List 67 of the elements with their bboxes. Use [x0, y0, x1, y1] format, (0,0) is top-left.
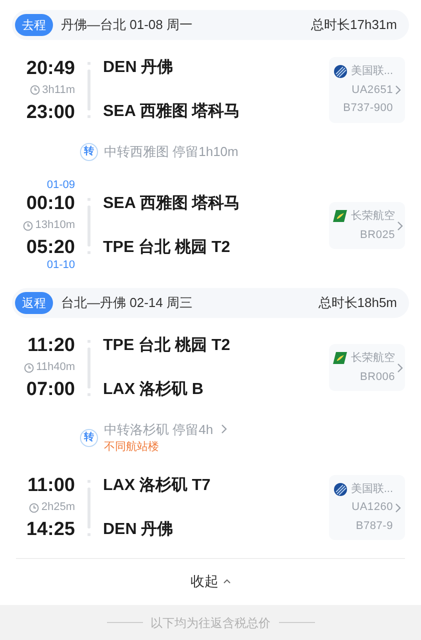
departure-time: 11:20 — [26, 336, 75, 355]
trip-route: 丹佛—台北 01-08 周一 — [61, 16, 194, 34]
departure-airport: LAX 洛杉矶 T7 — [103, 478, 212, 494]
arrival-airport: TPE 台北 桃园 T2 — [103, 240, 232, 256]
transfer-icon: 转 — [80, 428, 98, 446]
arrival-date: 01-10 — [46, 260, 75, 271]
departure-airport: TPE 台北 桃园 T2 — [103, 338, 232, 354]
airline-card[interactable]: 长荣航空 BR006 — [329, 344, 405, 391]
chevron-right-icon — [221, 424, 228, 434]
arrival-time: 14:25 — [25, 520, 75, 539]
chevron-up-icon — [222, 579, 230, 584]
timeline-drawing — [86, 480, 92, 536]
departure-time: 11:00 — [26, 476, 75, 495]
trip-badge: 去程 — [15, 14, 53, 36]
terminal-warning: 不同航站楼 — [104, 440, 160, 455]
transfer-icon: 转 — [80, 142, 98, 161]
flight-number: UA1260 — [352, 500, 393, 516]
departure-date: 01-09 — [46, 180, 75, 191]
trip-badge: 返程 — [15, 292, 53, 314]
flight-number: UA2651 — [352, 82, 393, 98]
trip-route: 台北—丹佛 02-14 周三 — [61, 294, 194, 312]
chevron-right-icon — [395, 502, 401, 512]
clock-icon — [30, 85, 40, 95]
departure-airport: DEN 丹佛 — [103, 60, 174, 76]
airline-card[interactable]: 美国联... UA1260 B787-9 — [329, 474, 405, 540]
aircraft-type: B787-9 — [356, 518, 393, 534]
duration-text: 13h10m — [35, 220, 75, 231]
departure-airport: SEA 西雅图 塔科马 — [103, 196, 242, 212]
departure-time: 00:10 — [25, 194, 75, 213]
duration-text: 11h40m — [36, 362, 75, 373]
airline-name: 长荣航空 — [351, 208, 395, 224]
total-duration: 总时长18h5m — [318, 294, 397, 312]
duration-text: 2h25m — [41, 502, 75, 513]
timeline-drawing — [86, 198, 92, 254]
transfer-info: 中转西雅图 停留1h10m — [104, 143, 238, 161]
timeline-drawing — [86, 340, 92, 396]
clock-icon — [24, 362, 34, 372]
globe-logo-icon — [334, 482, 347, 496]
arrival-time: 05:20 — [25, 238, 75, 257]
collapse-button[interactable]: 收起 — [0, 558, 421, 604]
airline-name: 美国联... — [350, 482, 393, 497]
airline-name: 长荣航空 — [351, 350, 395, 366]
arrival-airport: SEA 西雅图 塔科马 — [103, 104, 242, 120]
price-note: 以下均为往返含税总价 — [150, 614, 270, 632]
timeline-drawing — [86, 62, 92, 118]
chevron-right-icon — [395, 85, 401, 95]
chevron-right-icon — [397, 362, 403, 372]
airline-card[interactable]: 长荣航空 BR025 — [329, 202, 405, 249]
wing-logo-icon — [333, 210, 347, 222]
flight-number: BR006 — [360, 370, 395, 384]
clock-icon — [23, 220, 34, 230]
transfer-info[interactable]: 中转洛杉矶 停留4h — [104, 420, 214, 439]
globe-logo-icon — [334, 65, 347, 78]
airline-name: 美国联... — [350, 64, 393, 80]
chevron-right-icon — [397, 220, 403, 230]
arrival-time: 23:00 — [25, 102, 75, 122]
total-duration: 总时长17h31m — [311, 16, 397, 34]
arrival-airport: DEN 丹佛 — [103, 522, 174, 538]
clock-icon — [29, 502, 40, 512]
duration-text: 3h11m — [42, 84, 75, 96]
airline-card[interactable]: 美国联... UA2651 B737-900 — [329, 57, 405, 123]
arrival-airport: LAX 洛杉矶 B — [103, 382, 204, 398]
departure-time: 20:49 — [25, 58, 75, 78]
aircraft-type: B737-900 — [343, 101, 393, 116]
arrival-time: 07:00 — [25, 380, 75, 399]
flight-number: BR025 — [360, 228, 395, 242]
wing-logo-icon — [333, 352, 347, 364]
